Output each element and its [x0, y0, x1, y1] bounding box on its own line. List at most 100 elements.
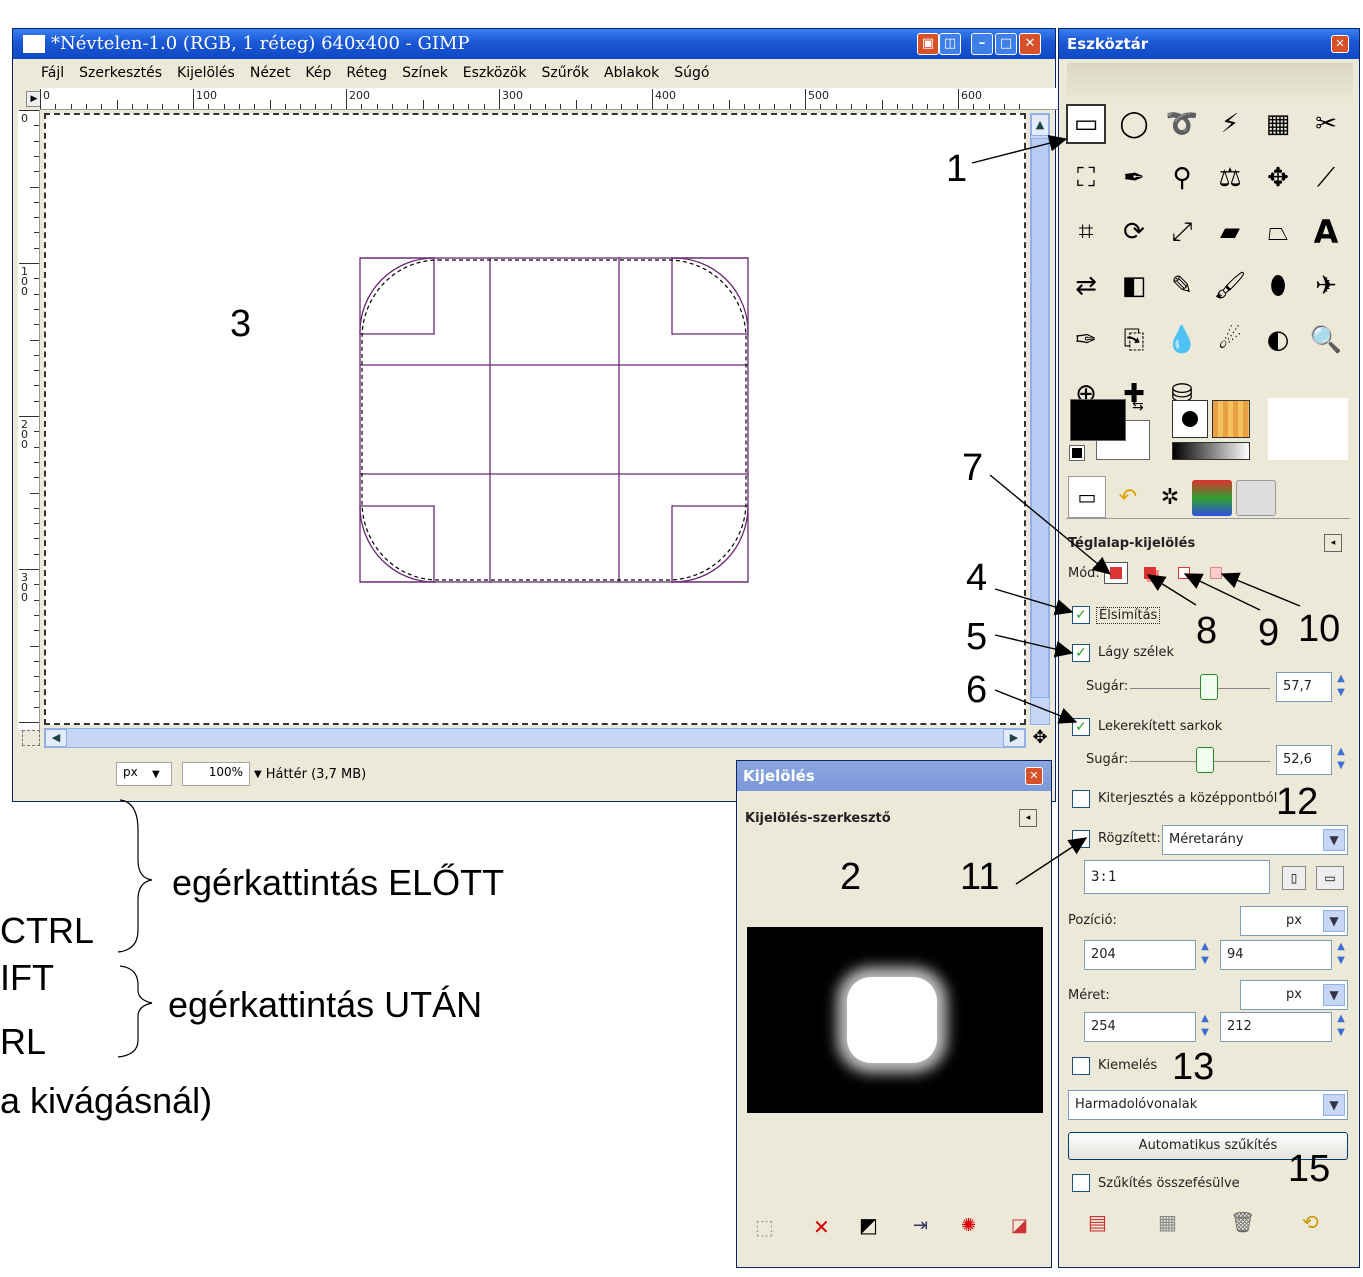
flip-icon[interactable]: ⇄ — [1066, 266, 1106, 306]
portrait-icon[interactable]: ▯ — [1282, 866, 1306, 890]
size-h-spinner-icon[interactable]: ▲ ▼ — [1334, 1012, 1348, 1042]
eraser-icon[interactable]: ⬮ — [1258, 266, 1298, 306]
pencil-icon[interactable]: ✎ — [1162, 266, 1202, 306]
menu-item[interactable]: Színek — [402, 65, 448, 81]
position-unit-select[interactable]: px ▼ — [1240, 906, 1348, 936]
align-icon[interactable]: ⟋ — [1306, 158, 1346, 198]
mode-replace-icon[interactable] — [1104, 562, 1128, 584]
airbrush-icon[interactable]: ✈ — [1306, 266, 1346, 306]
expand-center-checkbox[interactable] — [1072, 790, 1090, 808]
menu-item[interactable]: Nézet — [250, 65, 291, 81]
selection-dialog-titlebar[interactable]: Kijelölés — [737, 761, 1051, 791]
wilber-icon[interactable]: ◫ — [939, 33, 961, 55]
active-image-preview[interactable] — [1268, 398, 1348, 460]
menu-item[interactable]: Ablakok — [604, 65, 659, 81]
smudge-icon[interactable]: ☄ — [1210, 320, 1250, 360]
position-x-input[interactable]: 204 — [1084, 940, 1196, 970]
menu-item[interactable]: Réteg — [346, 65, 387, 81]
move-icon[interactable]: ✥ — [1258, 158, 1298, 198]
zoom-select[interactable]: 100% — [182, 762, 250, 786]
brush-preview[interactable] — [1172, 400, 1208, 438]
toolbox-titlebar[interactable]: Eszköztár — [1059, 29, 1359, 59]
free-select-icon[interactable]: ➰ — [1162, 104, 1202, 144]
layers-tab-icon[interactable] — [1192, 480, 1232, 516]
tool-options-menu-icon[interactable]: ◂ — [1324, 534, 1342, 552]
close-icon[interactable]: ✕ — [1019, 33, 1041, 55]
shear-icon[interactable]: ▰ — [1210, 212, 1250, 252]
maximize-icon[interactable]: □ — [995, 33, 1017, 55]
select-to-path-icon[interactable]: ⇥ — [913, 1215, 928, 1236]
reset-options-icon[interactable]: ⟲ — [1302, 1210, 1319, 1234]
foreground-color[interactable] — [1070, 399, 1126, 441]
paths-icon[interactable]: ✒ — [1114, 158, 1154, 198]
rect-select-icon[interactable]: ▭ — [1066, 104, 1106, 144]
mode-intersect-icon[interactable] — [1204, 562, 1228, 584]
perspective-icon[interactable]: ⏢ — [1258, 212, 1298, 252]
tool-options-tab-icon[interactable]: ▭ — [1068, 476, 1106, 518]
rotate-icon[interactable]: ⟳ — [1114, 212, 1154, 252]
gimp-icon[interactable]: ▣ — [917, 33, 939, 55]
restore-options-icon[interactable]: ▦ — [1158, 1210, 1177, 1234]
scale-icon[interactable]: ⤢ — [1162, 212, 1202, 252]
menu-item[interactable]: Súgó — [674, 65, 709, 81]
position-y-input[interactable]: 94 — [1220, 940, 1332, 970]
measure-icon[interactable]: ⚖ — [1210, 158, 1250, 198]
menu-item[interactable]: Kép — [305, 65, 331, 81]
size-w-spinner-icon[interactable]: ▲ ▼ — [1198, 1012, 1212, 1042]
mode-subtract-icon[interactable] — [1172, 562, 1196, 584]
paintbrush-icon[interactable]: 🖌 — [1210, 266, 1250, 306]
fixed-mode-select[interactable]: Méretarány ▼ — [1162, 825, 1348, 855]
select-clear-icon[interactable]: ✕ — [813, 1215, 830, 1239]
toolbox-close-icon[interactable]: ✕ — [1331, 35, 1349, 53]
fuzzy-select-icon[interactable]: ⚡ — [1210, 104, 1250, 144]
editor-menu-icon[interactable]: ◂ — [1019, 809, 1037, 827]
ellipse-select-icon[interactable]: ◯ — [1114, 104, 1154, 144]
minimize-icon[interactable]: – — [971, 33, 993, 55]
foreground-select-icon[interactable]: ⛶ — [1066, 158, 1106, 198]
zoom-icon[interactable]: 🔍 — [1306, 320, 1346, 360]
blend-icon[interactable]: ◧ — [1114, 266, 1154, 306]
feather-slider-handle[interactable] — [1200, 674, 1218, 700]
feather-radius-spinner-icon[interactable]: ▲ ▼ — [1334, 672, 1348, 702]
navigate-icon[interactable]: ✥ — [1030, 728, 1050, 748]
select-none-icon[interactable]: ⬚ — [755, 1215, 774, 1239]
highlight-checkbox[interactable] — [1072, 1057, 1090, 1075]
menu-item[interactable]: Fájl — [41, 65, 64, 81]
vertical-scrollbar[interactable]: ▲ — [1030, 113, 1050, 725]
size-w-input[interactable]: 254 — [1084, 1012, 1196, 1042]
feather-checkbox[interactable]: ✓ — [1072, 644, 1090, 662]
antialias-checkbox[interactable]: ✓ — [1072, 606, 1090, 624]
reset-colors-icon[interactable] — [1069, 445, 1085, 461]
menu-item[interactable]: Szűrők — [541, 65, 589, 81]
scissors-icon[interactable]: ✂ — [1306, 104, 1346, 144]
quickmask-icon[interactable] — [22, 730, 40, 746]
swap-colors-icon[interactable]: ⇆ — [1132, 398, 1144, 414]
scroll-up-icon[interactable]: ▲ — [1031, 114, 1049, 136]
size-h-input[interactable]: 212 — [1220, 1012, 1332, 1042]
crop-icon[interactable]: ⌗ — [1066, 212, 1106, 252]
shrink-merged-checkbox[interactable] — [1072, 1174, 1090, 1192]
undo-history-tab-icon[interactable]: ↶ — [1108, 478, 1148, 518]
position-x-spinner-icon[interactable]: ▲ ▼ — [1198, 940, 1212, 970]
rounded-radius-input[interactable]: 52,6 — [1276, 745, 1332, 775]
text-icon[interactable]: A — [1306, 212, 1346, 252]
color-select-icon[interactable]: ▦ — [1258, 104, 1298, 144]
select-stroke-icon[interactable]: ✺ — [961, 1215, 976, 1236]
save-options-icon[interactable]: ▤ — [1088, 1210, 1107, 1234]
menu-item[interactable]: Kijelölés — [177, 65, 235, 81]
rounded-radius-spinner-icon[interactable]: ▲ ▼ — [1334, 745, 1348, 775]
mode-add-icon[interactable] — [1138, 562, 1162, 584]
size-unit-select[interactable]: px ▼ — [1240, 980, 1348, 1010]
position-y-spinner-icon[interactable]: ▲ ▼ — [1334, 940, 1348, 970]
dodge-burn-icon[interactable]: ◐ — [1258, 320, 1298, 360]
selection-close-icon[interactable]: ✕ — [1025, 767, 1043, 785]
channels-tab-icon[interactable] — [1236, 480, 1276, 516]
delete-options-icon[interactable]: 🗑 — [1230, 1210, 1255, 1234]
gradient-preview[interactable] — [1172, 442, 1250, 460]
select-save-channel-icon[interactable]: ◪ — [1011, 1215, 1028, 1236]
rounded-corners-checkbox[interactable]: ✓ — [1072, 718, 1090, 736]
vertical-ruler[interactable]: 0 1 0 0 2 0 0 3 0 0 — [18, 110, 40, 730]
paths-tab-icon[interactable]: ✲ — [1150, 478, 1190, 518]
guides-select[interactable]: Harmadolóvonalak ▼ — [1068, 1090, 1348, 1120]
horizontal-scrollbar[interactable]: ◀ ▶ — [44, 728, 1026, 748]
